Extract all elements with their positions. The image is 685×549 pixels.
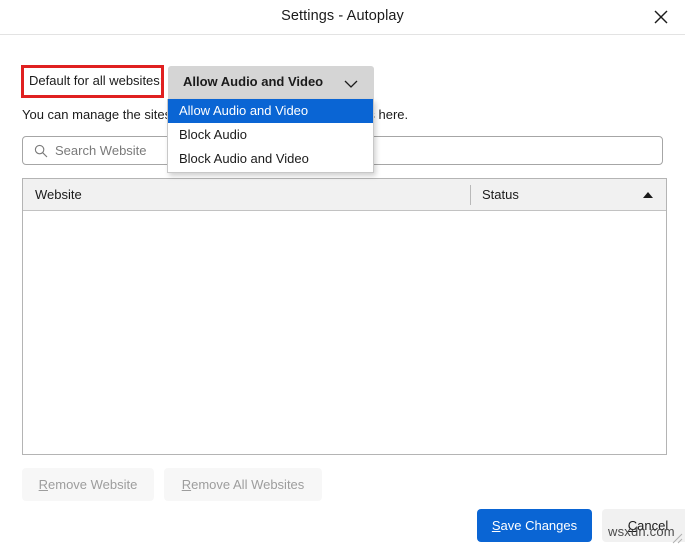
remove-all-websites-mnemonic: R — [182, 477, 191, 492]
search-input-placeholder: Search Website — [55, 143, 147, 158]
column-header-status[interactable]: Status — [482, 187, 519, 202]
cancel-mnemonic: C — [628, 518, 637, 533]
default-autoplay-dropdown[interactable]: Allow Audio and Video — [168, 66, 374, 99]
column-header-website[interactable]: Website — [35, 187, 82, 202]
remove-all-websites-label: emove All Websites — [191, 477, 304, 492]
cancel-label: ancel — [637, 518, 668, 533]
dropdown-option-block-audio-and-video[interactable]: Block Audio and Video — [168, 147, 373, 171]
page-title: Settings - Autoplay — [0, 8, 685, 24]
website-settings-table: Website Status — [22, 178, 667, 455]
table-header-row: Website Status — [23, 179, 666, 211]
default-autoplay-dropdown-value: Allow Audio and Video — [183, 74, 323, 89]
chevron-down-icon — [344, 77, 358, 92]
remove-all-websites-button[interactable]: Remove All Websites — [164, 468, 322, 501]
remove-website-button[interactable]: Remove Website — [22, 468, 154, 501]
title-bar: Settings - Autoplay — [0, 0, 685, 35]
sort-ascending-arrow-icon[interactable] — [643, 192, 653, 198]
table-body-empty — [23, 211, 666, 454]
resize-grip-icon[interactable] — [669, 530, 683, 544]
save-changes-button[interactable]: Save Changes — [477, 509, 592, 542]
search-icon — [34, 144, 48, 163]
remove-website-mnemonic: R — [39, 477, 48, 492]
default-for-all-websites-label: Default for all websites: — [29, 73, 163, 88]
close-icon[interactable] — [645, 2, 677, 32]
column-divider[interactable] — [470, 185, 471, 205]
save-changes-mnemonic: S — [492, 518, 501, 533]
remove-website-label: emove Website — [48, 477, 137, 492]
default-autoplay-dropdown-list[interactable]: Allow Audio and Video Block Audio Block … — [167, 99, 374, 173]
dropdown-option-block-audio[interactable]: Block Audio — [168, 123, 373, 147]
save-changes-label: ave Changes — [501, 518, 578, 533]
dropdown-option-allow-audio-and-video[interactable]: Allow Audio and Video — [168, 99, 373, 123]
